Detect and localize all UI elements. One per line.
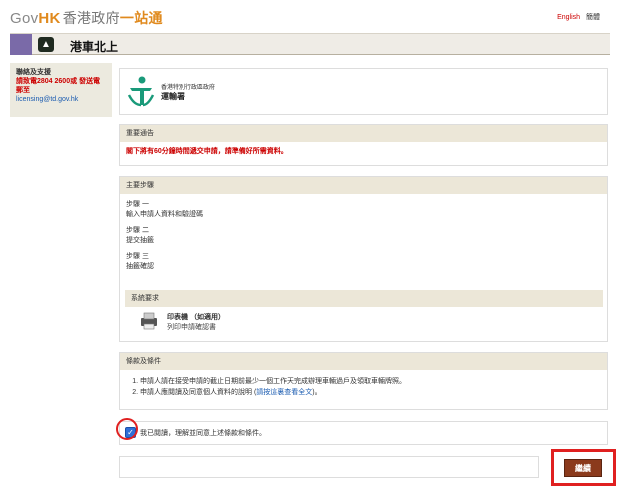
step-1-title: 步驟 一 [126,201,149,208]
terms-item-1: 申請人請在接受申請的截止日期前最少一個工作天完成辦理車輛過戶及領取車輛牌照。 [140,376,607,387]
department-name: 運輸署 [161,92,185,101]
lang-english-link[interactable]: English [557,14,580,21]
page-title: 港車北上 [70,40,119,54]
transport-department-logo-icon [127,76,155,107]
step-3-title: 步驟 三 [126,253,149,260]
contact-sidebar: 聯絡及支援 請致電2804 2600或 發送電郵至 licensing@td.g… [10,63,112,117]
terms-list: 申請人請在接受申請的截止日期前最少一個工作天完成辦理車輛過戶及領取車輛牌照。 申… [120,370,607,398]
logo-gov: Gov [10,10,39,27]
terms-item-2: 申請人應閱讀及同意個人資料的說明 (請按這裏查看全文)。 [140,387,607,398]
government-name: 香港特別行政區政府 [161,85,216,91]
privacy-statement-link[interactable]: 請按這裏查看全文 [256,389,312,396]
continue-button[interactable]: 繼續 [564,459,602,477]
terms-panel: 條款及條件 申請人請在接受申請的截止日期前最少一個工作天完成辦理車輛過戶及領取車… [119,352,608,410]
printer-title: 印表機 （如適用） [167,314,225,321]
page-title-bar: ▲ 港車北上 [10,33,610,55]
terms-item-2-suffix: )。 [312,389,322,396]
top-header: GovHK 香港政府一站通 English 簡體 [0,0,620,32]
printer-icon [141,312,157,330]
logo-hk: HK [38,10,61,27]
notice-text: 閣下將有60分鐘時間遞交申請，請準備好所需資料。 [126,148,288,155]
footer-box [119,456,539,478]
language-switch: English 簡體 [557,12,600,22]
step-1-desc: 輸入申請人資料和驗證碼 [126,211,203,218]
agency-banner: 香港特別行政區政府 運輸署 [119,68,608,115]
terms-header: 條款及條件 [120,353,607,370]
printer-desc: 列印申請確認書 [167,324,216,331]
contact-email-link[interactable]: licensing@td.gov.hk [16,96,106,103]
step-2-title: 步驟 二 [126,227,149,234]
important-notice-panel: 重要通告 閣下將有60分鐘時間遞交申請，請準備好所需資料。 [119,124,608,166]
lang-simplified-link[interactable]: 簡體 [586,14,600,21]
contact-phone: 請致電2804 2600或 發送電郵至 [16,78,101,94]
step-2-desc: 提交抽籤 [126,237,154,244]
govhk-logo[interactable]: GovHK 香港政府一站通 [10,8,163,28]
notice-header: 重要通告 [120,125,607,142]
title-accent-block [10,34,32,55]
agree-label: 我已閱讀，理解並同意上述條款和條件。 [140,430,266,437]
agreement-panel: ✓ 我已閱讀，理解並同意上述條款和條件。 [119,421,608,445]
checkbox-highlight-ring [116,418,138,440]
logo-one-stop: 一站通 [119,10,163,26]
car-icon: ▲ [38,37,54,52]
terms-item-2-prefix: 申請人應閱讀及同意個人資料的說明 ( [140,389,257,396]
main-steps-panel: 主要步驟 步驟 一 輸入申請人資料和驗證碼 步驟 二 提交抽籤 步驟 三 抽籤確… [119,176,608,342]
contact-title: 聯絡及支援 [16,69,51,76]
logo-zh: 香港政府 [62,10,120,26]
sysreq-header: 系統要求 [125,290,603,307]
steps-header: 主要步驟 [120,177,607,194]
step-3-desc: 抽籤確認 [126,263,154,270]
continue-highlight-box: 繼續 [551,449,616,486]
system-requirements: 系統要求 印表機 （如適用） 列印申請確認書 [125,290,603,331]
